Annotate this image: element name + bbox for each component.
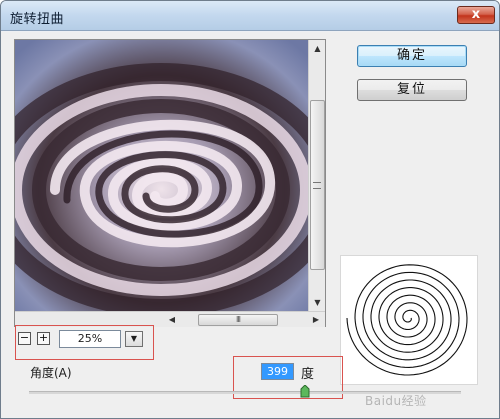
title-bar[interactable]: 旋转扭曲 x — [1, 1, 499, 31]
scroll-down-icon[interactable]: ▼ — [309, 294, 326, 311]
zoom-highlight-annotation — [15, 325, 154, 360]
dialog-body: ▲ ▼ ◀ III ▶ − + 25% ▼ 确定 复位 角度(A) 399 度 … — [1, 32, 499, 418]
spiral-icon — [346, 264, 468, 376]
scroll-left-icon[interactable]: ◀ — [165, 312, 179, 328]
twirl-dialog: 旋转扭曲 x ▲ ▼ ◀ III ▶ − + 25% ▼ 确定 复位 角度(A)… — [0, 0, 500, 419]
close-button[interactable]: x — [457, 6, 495, 24]
twirl-shape-preview — [340, 255, 478, 385]
angle-label: 角度(A) — [30, 366, 72, 380]
close-icon: x — [471, 7, 481, 22]
preview-pane: ▲ ▼ ◀ III ▶ — [14, 39, 326, 327]
dialog-title: 旋转扭曲 — [10, 12, 65, 27]
watermark-logo: Baidu经验 — [365, 394, 427, 408]
reset-button[interactable]: 复位 — [357, 79, 467, 101]
twirl-preview-image[interactable] — [15, 40, 308, 311]
ok-button[interactable]: 确定 — [357, 45, 467, 67]
angle-slider-thumb[interactable] — [300, 385, 310, 398]
horizontal-scroll-thumb[interactable]: III — [198, 314, 278, 326]
preview-vertical-scrollbar[interactable]: ▲ ▼ — [308, 40, 325, 311]
scroll-grip-icon — [313, 182, 321, 189]
scroll-right-icon[interactable]: ▶ — [309, 312, 323, 328]
scroll-up-icon[interactable]: ▲ — [309, 40, 326, 57]
